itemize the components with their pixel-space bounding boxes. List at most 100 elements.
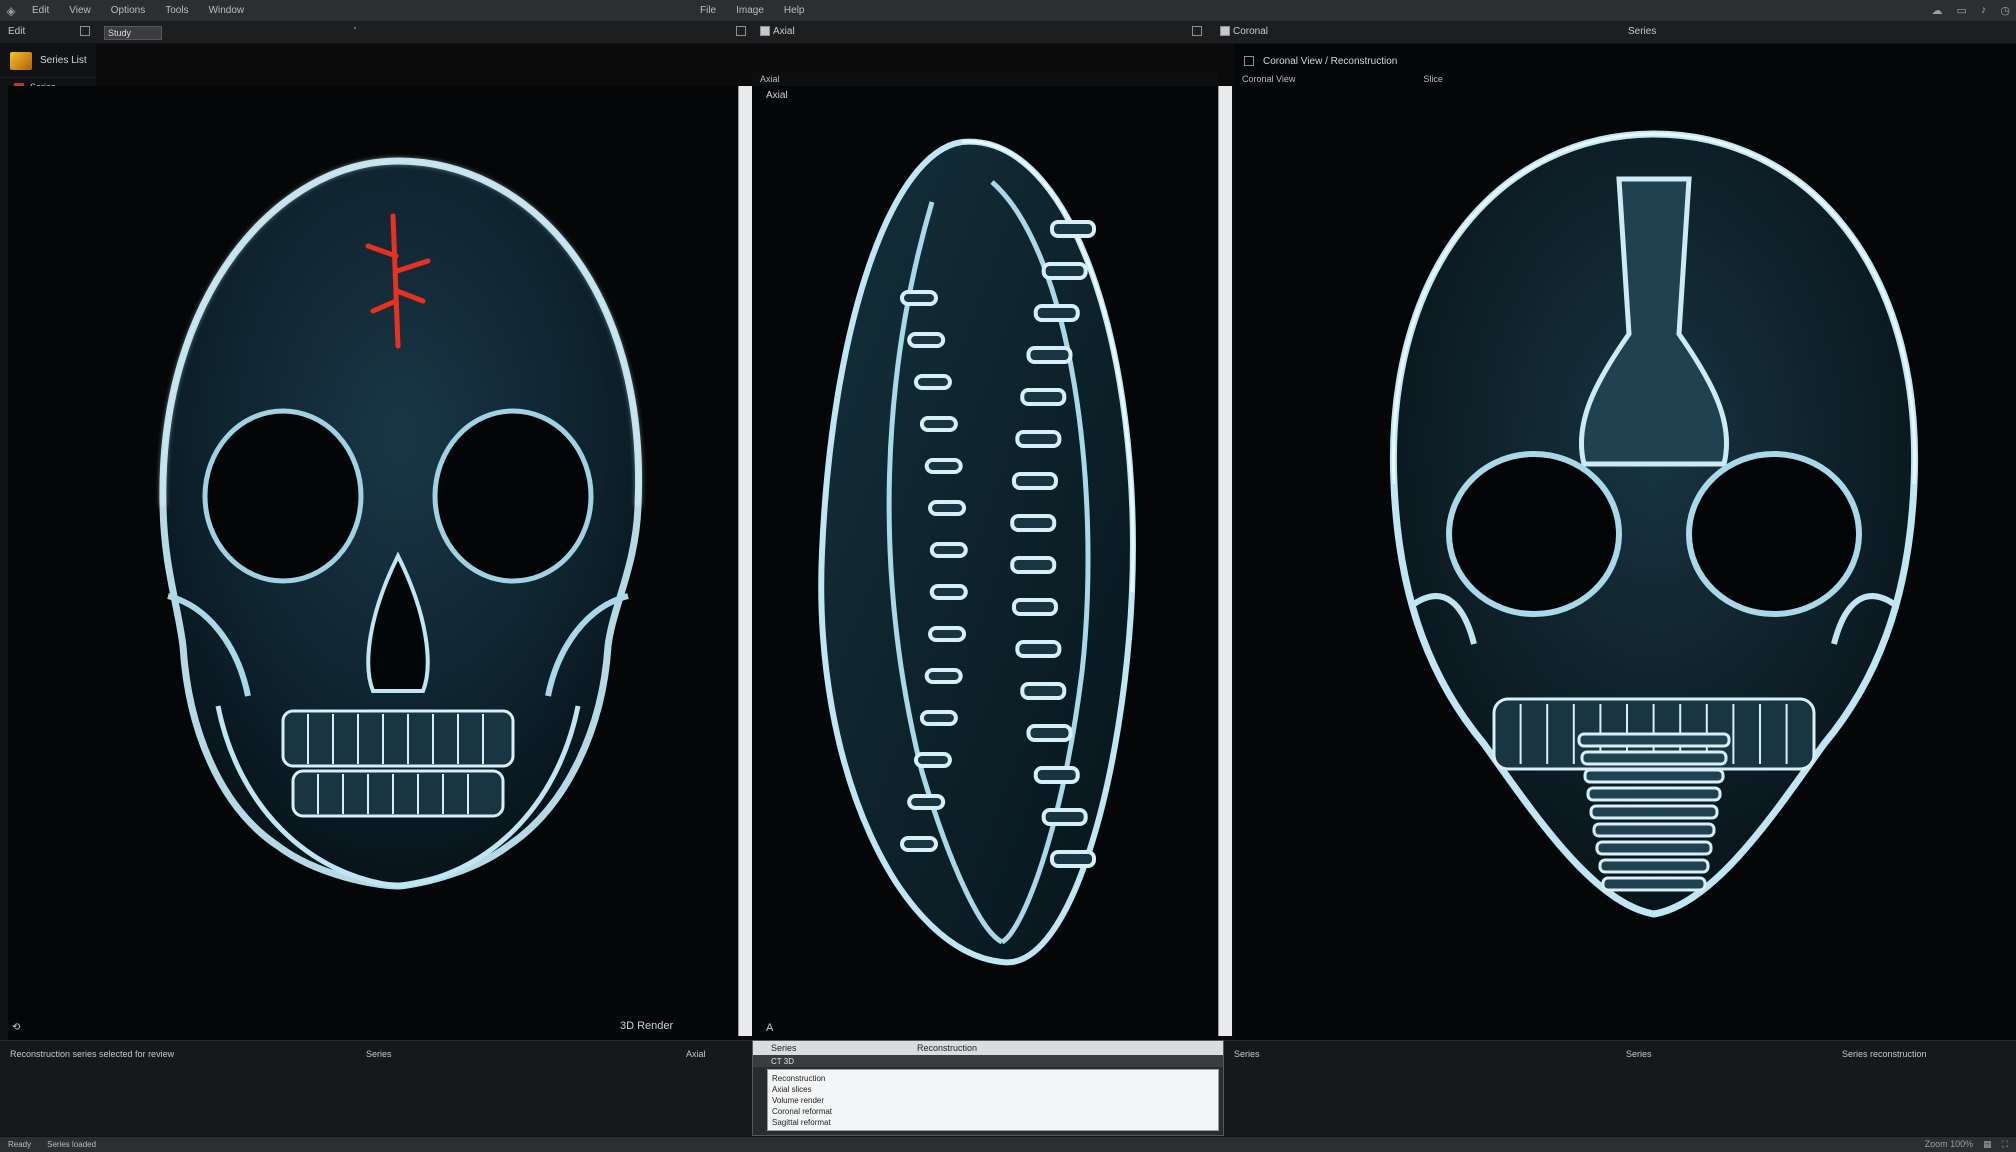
center-menu: File Image Help — [690, 5, 815, 16]
tooth-mark — [928, 500, 967, 516]
tooth-mark — [913, 752, 952, 768]
series-label: Series — [1628, 26, 1657, 37]
tooth-mark — [900, 836, 938, 852]
status-bar: Ready Series loaded Zoom 100% ▦ ⛶ — [0, 1136, 2016, 1152]
tooth-mark — [1026, 346, 1073, 364]
tooth-mark — [1010, 556, 1057, 574]
tooth-mark — [1011, 472, 1058, 490]
tooth-mark — [1050, 220, 1096, 238]
toolbar-label: Edit — [8, 26, 26, 37]
tooth-mark — [1050, 850, 1096, 868]
tooth-mark — [1015, 430, 1062, 448]
tooth-mark — [929, 584, 968, 600]
skull-coronal-render — [1389, 130, 1919, 918]
orientation-icon[interactable]: ⟲ — [12, 1022, 20, 1033]
vertebra-mark — [1586, 786, 1722, 802]
checkbox-icon[interactable] — [80, 26, 93, 37]
vertebra-mark — [1598, 858, 1710, 874]
axial-tab[interactable]: Axial — [760, 26, 795, 37]
grid-icon[interactable]: ▦ — [1983, 1139, 1992, 1150]
tooth-mark — [907, 332, 946, 348]
dialog-title-center: Reconstruction — [917, 1043, 978, 1053]
skull-frontal-render — [159, 157, 643, 890]
skull-lateral-render — [818, 138, 1136, 966]
dialog-titlebar: Series Reconstruction — [753, 1041, 1223, 1055]
render-mode-label: 3D Render — [620, 1020, 674, 1032]
viewport-scrollbar-1[interactable] — [738, 86, 752, 1036]
tooth-mark — [1033, 766, 1080, 784]
vertebra-mark — [1595, 840, 1713, 856]
tooth-mark — [900, 290, 938, 306]
menu-help[interactable]: Help — [774, 5, 815, 16]
bottom-left-right: Axial — [686, 1049, 706, 1059]
tooth-mark — [1033, 304, 1080, 322]
list-item[interactable]: Axial slices — [772, 1084, 1214, 1095]
list-item[interactable]: Volume render — [772, 1095, 1214, 1106]
sound-icon[interactable]: ♪ — [1981, 4, 1987, 17]
coronal-tab[interactable]: Coronal — [1220, 26, 1268, 37]
menu-tools[interactable]: Tools — [155, 5, 198, 16]
tooth-mark — [913, 374, 952, 390]
tooth-mark — [1020, 388, 1067, 406]
viewport-coronal[interactable]: Coronal View / Reconstruction Coronal Vi… — [1234, 44, 2016, 1040]
bottom-right-center: Series — [1626, 1049, 1652, 1059]
tooth-mark — [1010, 514, 1057, 532]
tooth-mark — [1041, 808, 1088, 826]
axial-orientation: A — [766, 1022, 774, 1034]
bottom-left-text: Reconstruction series selected for revie… — [10, 1049, 175, 1059]
list-item[interactable]: Reconstruction — [772, 1073, 1214, 1084]
status-right: Zoom 100% ▦ ⛶ — [1925, 1139, 2008, 1150]
series-dialog: Series Reconstruction CT 3D Reconstructi… — [752, 1040, 1224, 1136]
viewport-scrollbar-2[interactable] — [1218, 86, 1232, 1036]
bottom-left-center: Series — [366, 1049, 392, 1059]
app-menu-icon[interactable]: ◈ — [0, 4, 22, 18]
tooth-mark — [1020, 682, 1067, 700]
status-left: Ready — [8, 1140, 32, 1149]
vertebra-mark — [1580, 750, 1728, 766]
system-tray: ☁ ▭ ♪ ◷ — [1931, 4, 2010, 17]
tooth-mark — [1015, 640, 1062, 658]
study-input[interactable]: Study — [104, 26, 162, 40]
menu-view[interactable]: View — [59, 5, 101, 16]
fullscreen-icon[interactable]: ⛶ — [2002, 1139, 2008, 1150]
list-item[interactable]: Coronal reformat — [772, 1106, 1214, 1117]
tooth-mark — [1041, 262, 1088, 280]
vertebra-mark — [1589, 804, 1719, 820]
dialog-list: Reconstruction Axial slices Volume rende… — [767, 1069, 1219, 1131]
tooth-mark — [1026, 724, 1073, 742]
menu-window[interactable]: Window — [199, 5, 255, 16]
cloud-icon[interactable]: ☁ — [1931, 4, 1942, 17]
status-middle: Series loaded — [47, 1140, 97, 1149]
bottom-right-right: Series reconstruction — [1842, 1049, 1927, 1059]
panel-toggle-icon[interactable] — [736, 26, 749, 37]
viewport-axial[interactable]: Axial Axial A — [752, 72, 1218, 1040]
viewport-3d[interactable]: 3D Render ⟲ — [8, 86, 738, 1040]
vertebra-mark — [1583, 768, 1725, 784]
window-icon[interactable]: ▭ — [1956, 4, 1966, 17]
layout-icon[interactable] — [1192, 26, 1205, 37]
bottom-panel-right: Series Series Series reconstruction — [1224, 1040, 2016, 1136]
menu-image[interactable]: Image — [726, 5, 774, 16]
zoom-readout: Zoom 100% — [1924, 1139, 1974, 1149]
sidebar-title: Series List — [40, 55, 87, 66]
clock-icon[interactable]: ◷ — [2000, 4, 2010, 17]
separator-mark: ' — [354, 26, 356, 37]
list-item[interactable]: Sagittal reformat — [772, 1117, 1214, 1128]
menu-edit[interactable]: Edit — [22, 5, 59, 16]
toolbar: Edit Study ' Axial Coronal Series — [0, 22, 2016, 44]
menu-file[interactable]: File — [690, 5, 726, 16]
vertebra-mark — [1601, 876, 1707, 892]
dialog-subtitle: CT 3D — [753, 1055, 1223, 1067]
tooth-mark — [928, 626, 967, 642]
tooth-mark — [919, 416, 958, 432]
sidebar-header: Series List — [0, 44, 96, 78]
tooth-mark — [919, 710, 958, 726]
vertebra-mark — [1592, 822, 1716, 838]
menu-bar: ◈ Edit View Options Tools Window File Im… — [0, 0, 2016, 22]
tooth-mark — [1011, 598, 1058, 616]
app-logo-icon — [10, 51, 32, 70]
tooth-mark — [924, 458, 963, 474]
bottom-panel-left: Reconstruction series selected for revie… — [0, 1040, 752, 1136]
tooth-mark — [929, 542, 968, 558]
menu-options[interactable]: Options — [101, 5, 155, 16]
